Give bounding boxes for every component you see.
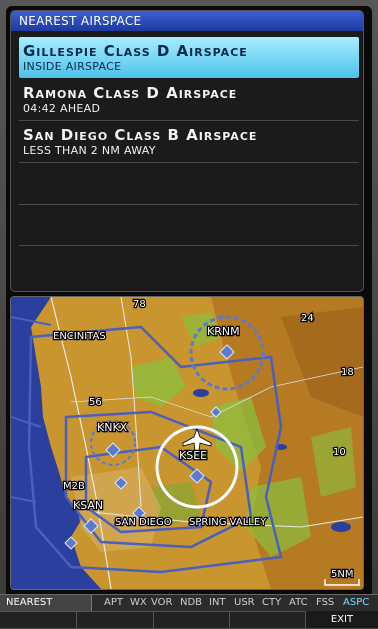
label-route-10: 10 (333, 447, 346, 458)
airspace-item-ramona[interactable]: Ramona Class D Airspace 04:42 AHEAD (19, 79, 359, 121)
softkey-blank[interactable] (0, 611, 77, 628)
label-route-18: 18 (341, 367, 354, 378)
softkey-cty[interactable]: CTY (262, 595, 281, 611)
airspace-status: LESS THAN 2 NM AWAY (23, 144, 156, 157)
panel-title: NEAREST AIRSPACE (11, 11, 363, 31)
label-krnm: KRNM (207, 325, 240, 338)
airspace-name: Ramona Class D Airspace (23, 84, 238, 102)
gps-device-bezel: NEAREST AIRSPACE Gillespie Class D Airsp… (0, 0, 378, 628)
airspace-status: INSIDE AIRSPACE (23, 60, 122, 73)
scale-label: 5NM (331, 569, 353, 580)
label-knkx: KNKX (97, 421, 128, 434)
softkey-blank[interactable] (77, 611, 154, 628)
softkey-usr[interactable]: USR (234, 595, 255, 611)
softkey-blank[interactable] (230, 611, 306, 628)
softkey-top-row: NEAREST APT WX VOR NDB INT USR CTY ATC F… (0, 594, 378, 611)
map-view[interactable]: ENCINITAS KRNM KNKX KSEE KSAN M2B SAN DI… (10, 296, 364, 590)
label-route-56: 56 (89, 397, 102, 408)
label-m2b: M2B (63, 481, 85, 492)
softkey-blank[interactable] (154, 611, 230, 628)
softkey-bottom-row: EXIT (0, 611, 378, 628)
exit-softkey[interactable]: EXIT (306, 611, 378, 627)
empty-row-divider (19, 245, 359, 246)
nearest-page-label: NEAREST (0, 595, 92, 611)
airspace-item-gillespie[interactable]: Gillespie Class D Airspace INSIDE AIRSPA… (19, 37, 359, 78)
empty-row-divider (19, 204, 359, 205)
softkey-fss[interactable]: FSS (316, 595, 334, 611)
label-ksee: KSEE (179, 449, 207, 462)
label-route-24: 24 (301, 313, 314, 324)
label-encinitas: ENCINITAS (53, 331, 106, 342)
softkey-apt[interactable]: APT (104, 595, 123, 611)
label-san-diego: SAN DIEGO (115, 517, 172, 528)
softkey-vor[interactable]: VOR (151, 595, 172, 611)
label-spring-valley: SPRING VALLEY (189, 517, 267, 528)
softkey-int[interactable]: INT (209, 595, 226, 611)
airspace-name: San Diego Class B Airspace (23, 126, 258, 144)
lake (193, 389, 209, 397)
nearest-airspace-panel: NEAREST AIRSPACE Gillespie Class D Airsp… (10, 10, 364, 292)
label-ksan: KSAN (73, 499, 103, 512)
softkey-wx[interactable]: WX (130, 595, 147, 611)
softkey-bar: NEAREST APT WX VOR NDB INT USR CTY ATC F… (0, 594, 378, 628)
airspace-status: 04:42 AHEAD (23, 102, 101, 115)
softkey-atc[interactable]: ATC (289, 595, 308, 611)
label-route-78: 78 (133, 299, 146, 310)
softkey-aspc[interactable]: ASPC (343, 595, 369, 611)
airspace-item-san-diego[interactable]: San Diego Class B Airspace LESS THAN 2 N… (19, 121, 359, 163)
map-canvas[interactable]: ENCINITAS KRNM KNKX KSEE KSAN M2B SAN DI… (11, 297, 363, 589)
airspace-name: Gillespie Class D Airspace (23, 42, 248, 60)
lake (331, 522, 351, 532)
softkey-ndb[interactable]: NDB (180, 595, 202, 611)
